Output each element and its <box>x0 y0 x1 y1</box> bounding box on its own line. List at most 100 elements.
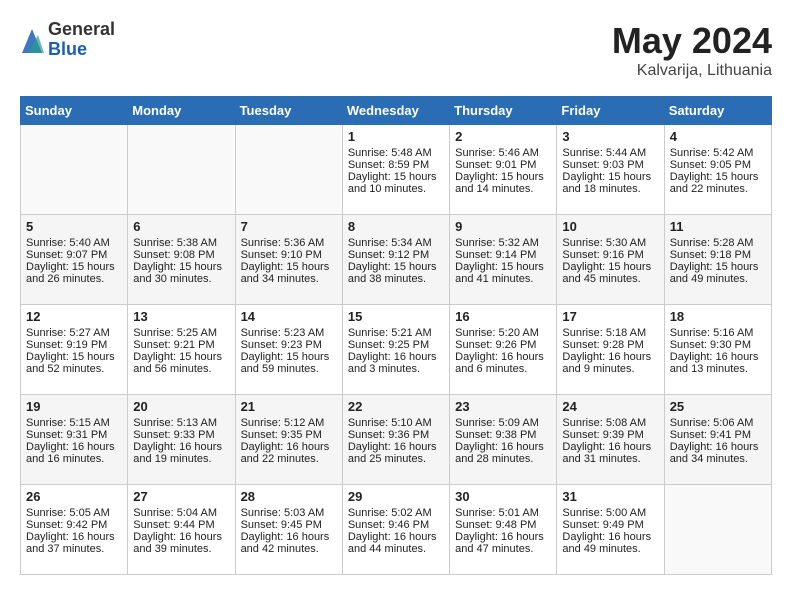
daylight-text: Daylight: 15 hours and 59 minutes. <box>241 351 337 375</box>
daylight-text: Daylight: 16 hours and 42 minutes. <box>241 531 337 555</box>
day-number: 6 <box>133 219 229 234</box>
sunset-text: Sunset: 9:12 PM <box>348 249 444 261</box>
sunrise-text: Sunrise: 5:21 AM <box>348 327 444 339</box>
calendar-cell: 22Sunrise: 5:10 AMSunset: 9:36 PMDayligh… <box>342 395 449 485</box>
calendar-cell: 18Sunrise: 5:16 AMSunset: 9:30 PMDayligh… <box>664 305 771 395</box>
sunrise-text: Sunrise: 5:16 AM <box>670 327 766 339</box>
calendar-cell: 5Sunrise: 5:40 AMSunset: 9:07 PMDaylight… <box>21 215 128 305</box>
sunrise-text: Sunrise: 5:15 AM <box>26 417 122 429</box>
sunrise-text: Sunrise: 5:03 AM <box>241 507 337 519</box>
day-number: 24 <box>562 399 658 414</box>
sunrise-text: Sunrise: 5:00 AM <box>562 507 658 519</box>
logo-text: General Blue <box>48 20 115 60</box>
logo-general: General <box>48 20 115 40</box>
daylight-text: Daylight: 15 hours and 10 minutes. <box>348 171 444 195</box>
logo-blue: Blue <box>48 40 115 60</box>
calendar-cell: 17Sunrise: 5:18 AMSunset: 9:28 PMDayligh… <box>557 305 664 395</box>
sunset-text: Sunset: 9:31 PM <box>26 429 122 441</box>
day-number: 20 <box>133 399 229 414</box>
sunset-text: Sunset: 8:59 PM <box>348 159 444 171</box>
calendar-cell: 15Sunrise: 5:21 AMSunset: 9:25 PMDayligh… <box>342 305 449 395</box>
day-number: 4 <box>670 129 766 144</box>
sunrise-text: Sunrise: 5:10 AM <box>348 417 444 429</box>
day-number: 19 <box>26 399 122 414</box>
calendar-table: SundayMondayTuesdayWednesdayThursdayFrid… <box>20 96 772 575</box>
logo: General Blue <box>20 20 115 60</box>
sunset-text: Sunset: 9:30 PM <box>670 339 766 351</box>
sunrise-text: Sunrise: 5:12 AM <box>241 417 337 429</box>
daylight-text: Daylight: 15 hours and 49 minutes. <box>670 261 766 285</box>
sunset-text: Sunset: 9:46 PM <box>348 519 444 531</box>
day-number: 2 <box>455 129 551 144</box>
daylight-text: Daylight: 16 hours and 22 minutes. <box>241 441 337 465</box>
sunset-text: Sunset: 9:07 PM <box>26 249 122 261</box>
calendar-cell: 14Sunrise: 5:23 AMSunset: 9:23 PMDayligh… <box>235 305 342 395</box>
calendar-cell: 8Sunrise: 5:34 AMSunset: 9:12 PMDaylight… <box>342 215 449 305</box>
daylight-text: Daylight: 15 hours and 41 minutes. <box>455 261 551 285</box>
sunset-text: Sunset: 9:21 PM <box>133 339 229 351</box>
page-header: General Blue May 2024 Kalvarija, Lithuan… <box>20 20 772 80</box>
calendar-cell <box>664 485 771 575</box>
sunrise-text: Sunrise: 5:23 AM <box>241 327 337 339</box>
title-block: May 2024 Kalvarija, Lithuania <box>612 20 772 80</box>
sunrise-text: Sunrise: 5:18 AM <box>562 327 658 339</box>
day-number: 13 <box>133 309 229 324</box>
daylight-text: Daylight: 16 hours and 28 minutes. <box>455 441 551 465</box>
sunset-text: Sunset: 9:49 PM <box>562 519 658 531</box>
calendar-cell: 23Sunrise: 5:09 AMSunset: 9:38 PMDayligh… <box>450 395 557 485</box>
calendar-cell: 11Sunrise: 5:28 AMSunset: 9:18 PMDayligh… <box>664 215 771 305</box>
day-of-week-header: Wednesday <box>342 97 449 125</box>
sunrise-text: Sunrise: 5:20 AM <box>455 327 551 339</box>
sunset-text: Sunset: 9:08 PM <box>133 249 229 261</box>
calendar-cell: 16Sunrise: 5:20 AMSunset: 9:26 PMDayligh… <box>450 305 557 395</box>
sunset-text: Sunset: 9:23 PM <box>241 339 337 351</box>
calendar-week-row: 1Sunrise: 5:48 AMSunset: 8:59 PMDaylight… <box>21 125 772 215</box>
calendar-cell: 24Sunrise: 5:08 AMSunset: 9:39 PMDayligh… <box>557 395 664 485</box>
day-of-week-header: Monday <box>128 97 235 125</box>
calendar-cell: 7Sunrise: 5:36 AMSunset: 9:10 PMDaylight… <box>235 215 342 305</box>
daylight-text: Daylight: 15 hours and 30 minutes. <box>133 261 229 285</box>
day-number: 27 <box>133 489 229 504</box>
calendar-cell: 13Sunrise: 5:25 AMSunset: 9:21 PMDayligh… <box>128 305 235 395</box>
sunrise-text: Sunrise: 5:46 AM <box>455 147 551 159</box>
day-number: 26 <box>26 489 122 504</box>
calendar-cell: 6Sunrise: 5:38 AMSunset: 9:08 PMDaylight… <box>128 215 235 305</box>
daylight-text: Daylight: 15 hours and 34 minutes. <box>241 261 337 285</box>
day-number: 25 <box>670 399 766 414</box>
day-number: 28 <box>241 489 337 504</box>
calendar-week-row: 12Sunrise: 5:27 AMSunset: 9:19 PMDayligh… <box>21 305 772 395</box>
day-number: 29 <box>348 489 444 504</box>
daylight-text: Daylight: 16 hours and 37 minutes. <box>26 531 122 555</box>
sunrise-text: Sunrise: 5:13 AM <box>133 417 229 429</box>
calendar-cell: 3Sunrise: 5:44 AMSunset: 9:03 PMDaylight… <box>557 125 664 215</box>
day-number: 18 <box>670 309 766 324</box>
sunset-text: Sunset: 9:25 PM <box>348 339 444 351</box>
day-of-week-header: Sunday <box>21 97 128 125</box>
day-of-week-header: Saturday <box>664 97 771 125</box>
calendar-cell: 28Sunrise: 5:03 AMSunset: 9:45 PMDayligh… <box>235 485 342 575</box>
calendar-cell <box>128 125 235 215</box>
daylight-text: Daylight: 15 hours and 45 minutes. <box>562 261 658 285</box>
day-number: 7 <box>241 219 337 234</box>
sunset-text: Sunset: 9:19 PM <box>26 339 122 351</box>
daylight-text: Daylight: 15 hours and 52 minutes. <box>26 351 122 375</box>
daylight-text: Daylight: 16 hours and 25 minutes. <box>348 441 444 465</box>
day-number: 10 <box>562 219 658 234</box>
sunrise-text: Sunrise: 5:01 AM <box>455 507 551 519</box>
sunset-text: Sunset: 9:28 PM <box>562 339 658 351</box>
calendar-cell: 29Sunrise: 5:02 AMSunset: 9:46 PMDayligh… <box>342 485 449 575</box>
sunset-text: Sunset: 9:33 PM <box>133 429 229 441</box>
logo-icon <box>20 25 44 55</box>
sunrise-text: Sunrise: 5:05 AM <box>26 507 122 519</box>
day-number: 1 <box>348 129 444 144</box>
daylight-text: Daylight: 15 hours and 38 minutes. <box>348 261 444 285</box>
month-year: May 2024 <box>612 20 772 62</box>
calendar-cell: 12Sunrise: 5:27 AMSunset: 9:19 PMDayligh… <box>21 305 128 395</box>
sunset-text: Sunset: 9:38 PM <box>455 429 551 441</box>
sunrise-text: Sunrise: 5:32 AM <box>455 237 551 249</box>
calendar-cell: 27Sunrise: 5:04 AMSunset: 9:44 PMDayligh… <box>128 485 235 575</box>
sunrise-text: Sunrise: 5:42 AM <box>670 147 766 159</box>
sunrise-text: Sunrise: 5:25 AM <box>133 327 229 339</box>
day-number: 5 <box>26 219 122 234</box>
day-number: 23 <box>455 399 551 414</box>
